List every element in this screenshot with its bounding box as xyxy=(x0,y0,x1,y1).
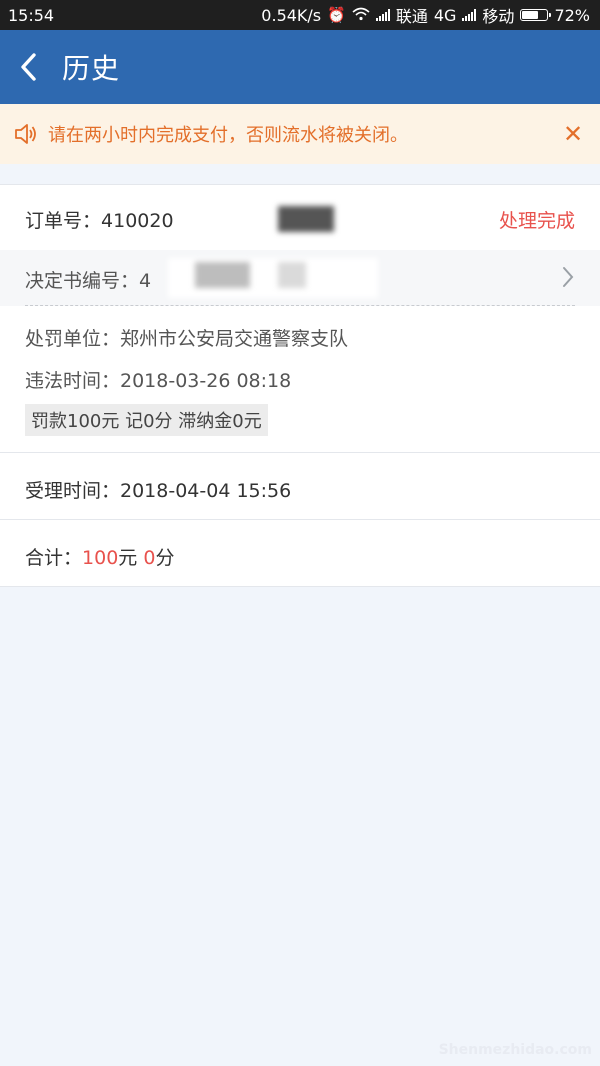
watermark: Shenmezhidao.com xyxy=(438,1042,592,1058)
total-fen: 分 xyxy=(155,547,175,569)
violation-time: 违法时间：2018-03-26 08:18 xyxy=(25,370,292,392)
redacted-decision-pixels-2 xyxy=(278,262,306,288)
total-label: 合计： xyxy=(25,547,83,569)
total-points: 0 xyxy=(143,547,156,569)
order-number-value: 410020 xyxy=(101,210,174,232)
total-amount: 100 xyxy=(82,547,119,569)
signal-icon-2 xyxy=(462,9,477,21)
carrier-2: 移动 xyxy=(482,7,515,26)
status-time: 15:54 xyxy=(8,5,55,25)
penalty-unit: 处罚单位：郑州市公安局交通警察支队 xyxy=(25,328,349,350)
app-bar: 历史 xyxy=(0,30,600,104)
decision-number: 决定书编号：4 xyxy=(25,266,151,293)
battery-icon xyxy=(520,9,552,21)
total-yuan: 元 xyxy=(118,547,138,569)
order-number: 订单号：410020 xyxy=(25,206,174,233)
order-status: 处理完成 xyxy=(498,210,575,232)
decision-number-label: 决定书编号： xyxy=(25,270,140,292)
fine-summary-tag: 罚款100元 记0分 滞纳金0元 xyxy=(25,404,268,436)
notice-text: 请在两小时内完成支付，否则流水将被关闭。 xyxy=(48,125,408,146)
status-bar: 15:54 0.54K/s ⏰ 联通 4G 移动 72% xyxy=(0,0,600,30)
divider xyxy=(25,305,575,306)
wifi-icon xyxy=(352,6,370,25)
chevron-left-icon xyxy=(21,53,36,81)
network-type: 4G xyxy=(433,5,457,25)
total: 合计：100元 0分 xyxy=(25,543,174,570)
redacted-decision-pixels xyxy=(195,262,250,288)
signal-icon xyxy=(375,9,390,21)
accept-time: 受理时间：2018-04-04 15:56 xyxy=(25,480,292,502)
payment-notice: 请在两小时内完成支付，否则流水将被关闭。 ✕ xyxy=(0,104,600,164)
decision-number-value: 4 xyxy=(139,270,152,292)
redacted-order-number-pixels xyxy=(278,206,334,232)
order-number-label: 订单号： xyxy=(25,210,102,232)
speaker-icon xyxy=(15,124,36,144)
carrier-1: 联通 xyxy=(395,7,428,26)
battery-percent: 72% xyxy=(554,5,590,25)
alarm-icon: ⏰ xyxy=(327,6,346,24)
back-button[interactable] xyxy=(0,30,58,104)
close-notice-button[interactable]: ✕ xyxy=(560,120,586,148)
chevron-right-icon xyxy=(563,267,574,287)
network-speed: 0.54K/s xyxy=(261,5,322,25)
page-title: 历史 xyxy=(62,52,121,85)
